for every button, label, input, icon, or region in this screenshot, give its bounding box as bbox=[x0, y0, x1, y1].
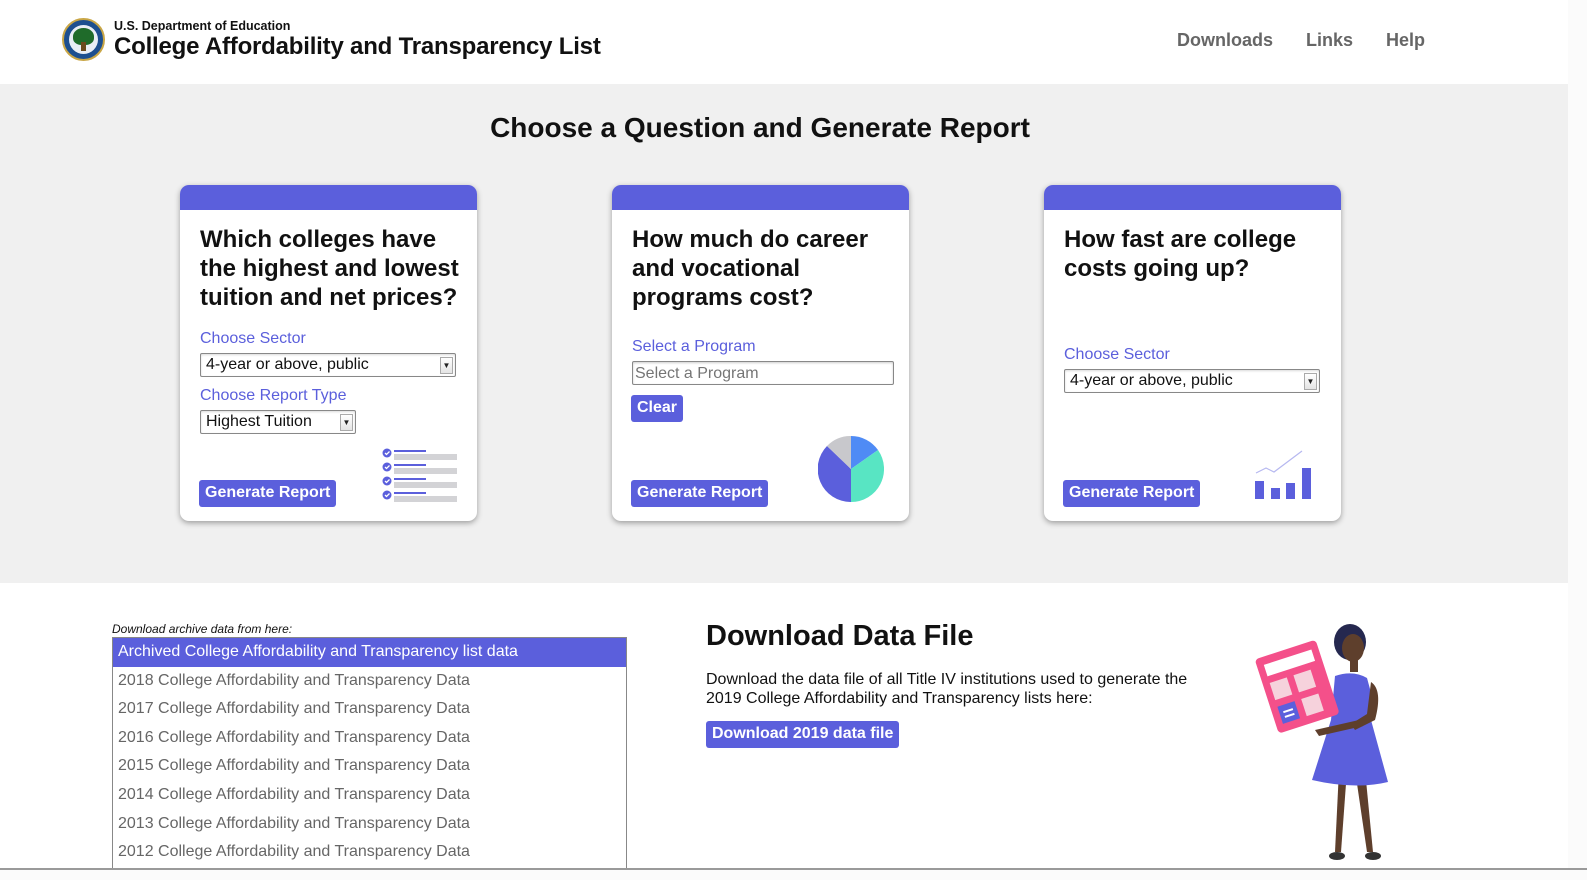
report-type-label: Choose Report Type bbox=[200, 387, 347, 404]
card-tuition-prices: Which colleges have the highest and lowe… bbox=[180, 185, 477, 521]
sector-select[interactable]: 4-year or above, public ▼ bbox=[200, 353, 456, 377]
archive-caption: Download archive data from here: bbox=[112, 622, 293, 636]
generate-report-button[interactable]: Generate Report bbox=[1063, 480, 1201, 507]
program-label: Select a Program bbox=[632, 338, 756, 355]
woman-with-calculator-illustration bbox=[1255, 624, 1388, 860]
card-question: How much do career and vocational progra… bbox=[632, 226, 869, 311]
card-topbar bbox=[612, 185, 909, 210]
site-header: U.S. Department of Education College Aff… bbox=[0, 0, 1568, 84]
card-topbar bbox=[180, 185, 477, 210]
generate-report-button[interactable]: Generate Report bbox=[199, 480, 337, 507]
app-title[interactable]: College Affordability and Transparency L… bbox=[114, 33, 601, 61]
card-topbar bbox=[1044, 185, 1341, 210]
sector-select-value: 4-year or above, public bbox=[1070, 372, 1233, 389]
bar-chart-icon bbox=[1255, 450, 1311, 499]
archive-option[interactable]: 2017 College Affordability and Transpare… bbox=[113, 695, 626, 724]
report-type-select-value: Highest Tuition bbox=[206, 413, 312, 430]
department-seal-logo[interactable] bbox=[62, 18, 105, 61]
archive-option[interactable]: 2015 College Affordability and Transpare… bbox=[113, 752, 626, 781]
page: U.S. Department of Education College Aff… bbox=[0, 0, 1568, 877]
archive-listbox[interactable]: Archived College Affordability and Trans… bbox=[112, 637, 627, 877]
page-title: Choose a Question and Generate Report bbox=[490, 112, 1030, 143]
department-name: U.S. Department of Education bbox=[114, 19, 291, 33]
sector-select[interactable]: 4-year or above, public ▼ bbox=[1064, 369, 1320, 393]
sector-label: Choose Sector bbox=[200, 330, 306, 347]
vertical-scrollbar[interactable] bbox=[1568, 0, 1587, 880]
archive-option[interactable]: 2014 College Affordability and Transpare… bbox=[113, 781, 626, 810]
archive-option[interactable]: 2018 College Affordability and Transpare… bbox=[113, 667, 626, 696]
sector-select-value: 4-year or above, public bbox=[206, 356, 369, 373]
card-cost-growth: How fast are college costs going up? Cho… bbox=[1044, 185, 1341, 521]
archive-option[interactable]: 2016 College Affordability and Transpare… bbox=[113, 724, 626, 753]
download-description: Download the data file of all Title IV i… bbox=[706, 671, 1188, 707]
chevron-down-icon: ▼ bbox=[440, 357, 453, 374]
program-input[interactable] bbox=[632, 361, 894, 385]
clear-button[interactable]: Clear bbox=[631, 395, 684, 422]
checklist-icon bbox=[382, 448, 457, 502]
archive-option[interactable]: 2012 College Affordability and Transpare… bbox=[113, 838, 626, 867]
card-question: How fast are college costs going up? bbox=[1064, 226, 1297, 282]
report-type-select[interactable]: Highest Tuition ▼ bbox=[200, 410, 356, 434]
chevron-down-icon: ▼ bbox=[340, 414, 353, 431]
sector-label: Choose Sector bbox=[1064, 346, 1170, 363]
download-data-file-button[interactable]: Download 2019 data file bbox=[706, 721, 900, 748]
card-question: Which colleges have the highest and lowe… bbox=[200, 226, 459, 311]
archive-option[interactable]: 2013 College Affordability and Transpare… bbox=[113, 810, 626, 839]
pie-chart-icon bbox=[818, 436, 884, 502]
card-career-programs: How much do career and vocational progra… bbox=[612, 185, 909, 521]
nav-links[interactable]: Links bbox=[1306, 30, 1353, 51]
nav-downloads[interactable]: Downloads bbox=[1177, 30, 1273, 51]
download-title: Download Data File bbox=[706, 620, 974, 652]
nav-help[interactable]: Help bbox=[1386, 30, 1425, 51]
archive-option-selected[interactable]: Archived College Affordability and Trans… bbox=[113, 638, 626, 667]
horizontal-scrollbar[interactable] bbox=[0, 868, 1587, 880]
chevron-down-icon: ▼ bbox=[1304, 373, 1317, 390]
generate-report-button[interactable]: Generate Report bbox=[631, 480, 769, 507]
